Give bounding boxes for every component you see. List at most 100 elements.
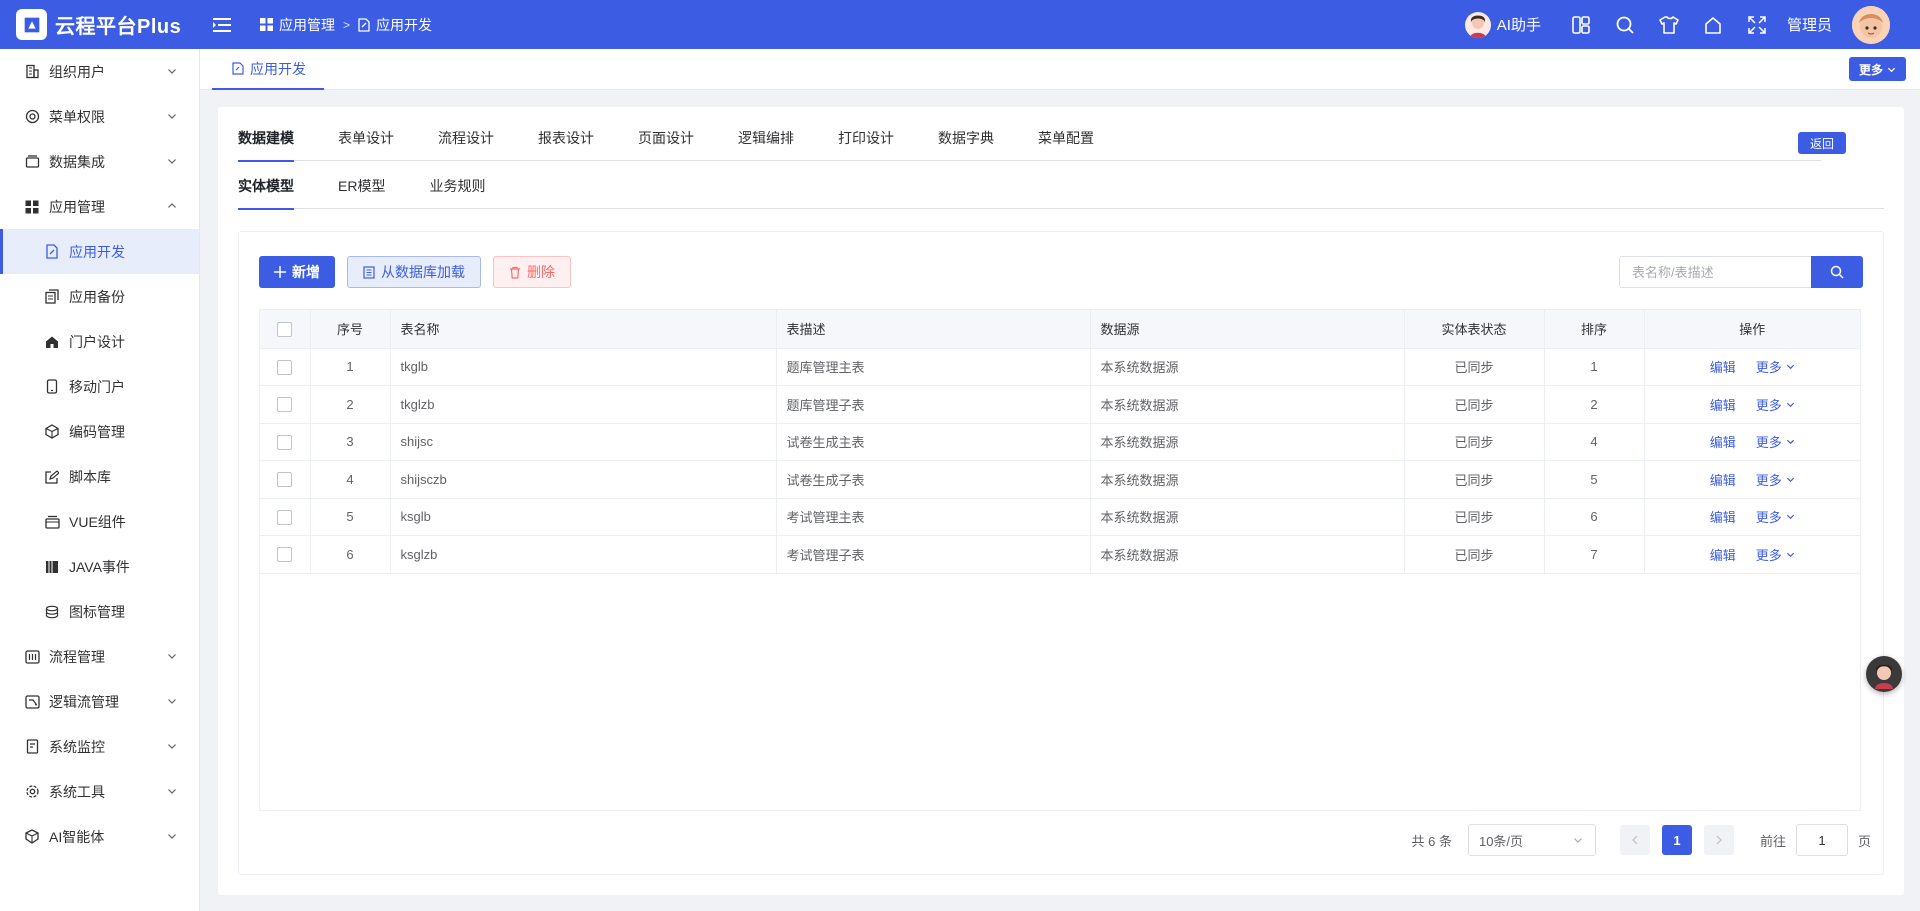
- sidebar-item-process-management[interactable]: 流程管理: [0, 634, 199, 679]
- more-dropdown[interactable]: 更多: [1756, 432, 1795, 451]
- row-select-cell: [260, 348, 311, 386]
- more-dropdown[interactable]: 更多: [1756, 395, 1795, 414]
- tab-flow-design[interactable]: 流程设计: [438, 107, 494, 161]
- doc-edit-icon: [358, 17, 370, 32]
- sidebar-item-mobile-portal[interactable]: 移动门户: [0, 364, 199, 409]
- table-row: 5 ksglb 考试管理主表 本系统数据源 已同步 6 编辑 更多: [260, 498, 1860, 536]
- tab-data-modeling[interactable]: 数据建模: [238, 107, 294, 162]
- admin-label[interactable]: 管理员: [1787, 14, 1832, 35]
- grid-icon: [24, 199, 40, 215]
- row-checkbox[interactable]: [277, 397, 293, 413]
- sidebar-item-ai-agent[interactable]: AI智能体: [0, 814, 199, 859]
- table-header-row: 序号 表名称 表描述 数据源 实体表状态 排序 操作: [260, 310, 1860, 349]
- next-page-button[interactable]: [1703, 825, 1734, 855]
- data-source: 本系统数据源: [1090, 460, 1405, 499]
- sidebar-item-app-management[interactable]: 应用管理: [0, 184, 199, 229]
- chevron-down-icon: [1887, 67, 1896, 72]
- tab-page-design[interactable]: 页面设计: [638, 107, 694, 161]
- select-all-checkbox[interactable]: [277, 321, 293, 337]
- ai-assistant-label: AI助手: [1496, 17, 1541, 34]
- goto-label: 前往: [1759, 833, 1786, 849]
- sidebar-item-portal-design[interactable]: 门户设计: [0, 319, 199, 364]
- design-tabs: 数据建模 表单设计 流程设计 报表设计 页面设计 逻辑编排 打印设计 数据字典 …: [238, 107, 1821, 162]
- database-box-icon: [24, 154, 40, 170]
- goto-page-input[interactable]: [1795, 824, 1848, 856]
- search-icon[interactable]: [1603, 0, 1647, 49]
- row-checkbox[interactable]: [277, 359, 293, 375]
- sidebar-item-code-management[interactable]: 编码管理: [0, 409, 199, 454]
- tab-form-design[interactable]: 表单设计: [338, 107, 394, 161]
- sidebar-item-logic-flow[interactable]: 逻辑流管理: [0, 679, 199, 724]
- sidebar-item-menu-permissions[interactable]: 菜单权限: [0, 94, 199, 139]
- app-logo[interactable]: 云程平台Plus: [0, 0, 200, 49]
- sidebar-item-java-events[interactable]: JAVA事件: [0, 544, 199, 589]
- layout-icon[interactable]: [1559, 0, 1603, 49]
- page-number-button[interactable]: 1: [1661, 825, 1692, 855]
- fullscreen-icon[interactable]: [1735, 0, 1779, 49]
- box-icon: [44, 514, 60, 530]
- delete-button[interactable]: 删除: [493, 256, 571, 288]
- theme-shirt-icon[interactable]: [1647, 0, 1691, 49]
- tab-data-dictionary[interactable]: 数据字典: [938, 107, 994, 161]
- tab-logic-orchestration[interactable]: 逻辑编排: [738, 107, 794, 161]
- add-button[interactable]: 新增: [259, 256, 335, 288]
- sidebar-item-system-monitor[interactable]: 系统监控: [0, 724, 199, 769]
- prev-page-button[interactable]: [1619, 825, 1650, 855]
- tab-report-design[interactable]: 报表设计: [538, 107, 594, 161]
- tabs-more-button[interactable]: 更多: [1848, 57, 1906, 81]
- table-description: 试卷生成子表: [776, 460, 1091, 499]
- edit-link[interactable]: 编辑: [1710, 548, 1736, 563]
- sidebar-item-script-library[interactable]: 脚本库: [0, 454, 199, 499]
- back-button[interactable]: 返回: [1798, 132, 1846, 154]
- sidebar-item-data-integration[interactable]: 数据集成: [0, 139, 199, 184]
- tab-business-rules[interactable]: 业务规则: [429, 161, 485, 209]
- data-source: 本系统数据源: [1090, 423, 1405, 461]
- sidebar-item-app-development[interactable]: 应用开发: [0, 229, 199, 274]
- edit-link[interactable]: 编辑: [1710, 360, 1736, 375]
- row-checkbox[interactable]: [277, 472, 293, 488]
- row-select-cell: [260, 423, 311, 461]
- data-source: 本系统数据源: [1090, 535, 1405, 574]
- more-dropdown[interactable]: 更多: [1756, 545, 1795, 564]
- row-checkbox[interactable]: [277, 509, 293, 525]
- row-checkbox[interactable]: [277, 547, 293, 563]
- entity-status: 已同步: [1404, 535, 1545, 574]
- row-checkbox[interactable]: [277, 434, 293, 450]
- chevron-down-icon: [168, 69, 176, 74]
- tab-menu-config[interactable]: 菜单配置: [1038, 107, 1094, 161]
- edit-link[interactable]: 编辑: [1710, 398, 1736, 413]
- tab-print-design[interactable]: 打印设计: [838, 107, 894, 161]
- sidebar-item-label: 门户设计: [69, 333, 125, 350]
- search-input[interactable]: [1619, 256, 1811, 288]
- floating-ai-assistant[interactable]: [1866, 656, 1902, 692]
- tab-app-development[interactable]: 应用开发: [212, 49, 324, 90]
- tab-er-model[interactable]: ER模型: [338, 161, 385, 209]
- sidebar-item-icon-management[interactable]: 图标管理: [0, 589, 199, 634]
- user-avatar[interactable]: [1852, 5, 1890, 44]
- doc-edit-icon: [44, 244, 60, 260]
- sidebar-item-app-backup[interactable]: 应用备份: [0, 274, 199, 319]
- page-size-select[interactable]: 10条/页: [1467, 824, 1596, 856]
- sidebar-item-system-tools[interactable]: 系统工具: [0, 769, 199, 814]
- plus-icon: [274, 266, 286, 278]
- search-button[interactable]: [1811, 256, 1863, 288]
- table-description: 题库管理主表: [776, 348, 1091, 386]
- sidebar-item-vue-components[interactable]: VUE组件: [0, 499, 199, 544]
- tab-entity-model[interactable]: 实体模型: [238, 161, 294, 210]
- edit-link[interactable]: 编辑: [1710, 435, 1736, 450]
- more-dropdown[interactable]: 更多: [1756, 507, 1795, 526]
- breadcrumb-item[interactable]: 应用管理: [260, 15, 335, 35]
- sidebar-item-org-users[interactable]: 组织用户: [0, 49, 199, 94]
- sidebar-item-label: JAVA事件: [69, 558, 130, 575]
- ai-assistant-button[interactable]: AI助手: [1464, 11, 1541, 38]
- home-icon[interactable]: [1691, 0, 1735, 49]
- more-dropdown[interactable]: 更多: [1756, 357, 1795, 376]
- more-dropdown[interactable]: 更多: [1756, 470, 1795, 489]
- row-number: 2: [310, 385, 391, 424]
- breadcrumb-item[interactable]: 应用开发: [358, 15, 432, 35]
- load-from-database-button[interactable]: 从数据库加载: [347, 256, 481, 288]
- data-source: 本系统数据源: [1090, 348, 1405, 386]
- edit-link[interactable]: 编辑: [1710, 510, 1736, 525]
- menu-collapse-icon[interactable]: [212, 15, 232, 35]
- edit-link[interactable]: 编辑: [1710, 473, 1736, 488]
